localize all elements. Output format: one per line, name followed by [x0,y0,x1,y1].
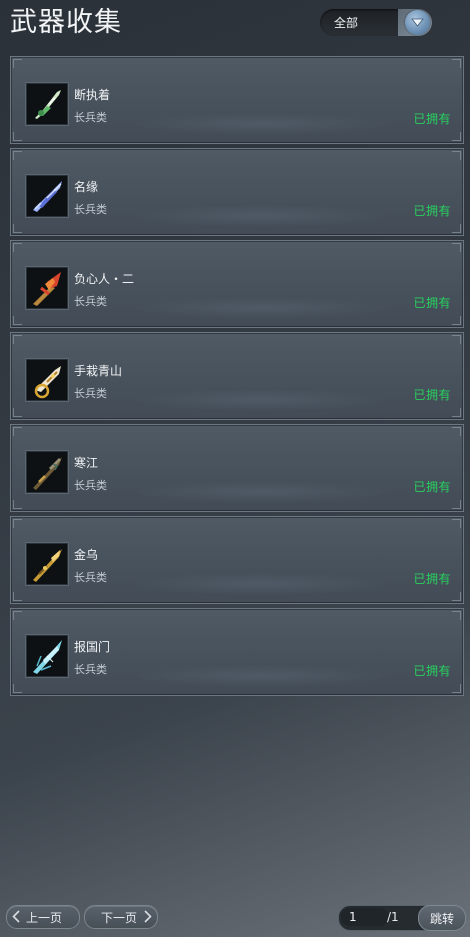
card-corner-ornament [452,243,461,252]
weapon-name: 寒江 [74,456,99,470]
owned-status: 已拥有 [413,572,451,586]
card-corner-ornament [452,427,461,436]
weapon-name: 负心人・二 [74,272,135,286]
weapon-name: 断执着 [74,88,111,102]
card-corner-ornament [452,151,461,160]
weapon-name: 手栽青山 [74,364,123,378]
card-corner-ornament [13,316,22,325]
page-title: 武器收集 [10,7,122,38]
owned-status: 已拥有 [413,388,451,402]
jade-blade-icon [26,83,68,125]
page-total: /1 [387,910,399,924]
filter-selected-value: 全部 [334,16,359,30]
weapon-card[interactable]: 金乌 长兵类 已拥有 [10,516,464,604]
page-jump-control: /1 跳转 [338,905,466,931]
weapon-name: 金乌 [74,548,99,562]
filter-arrow-area[interactable] [398,9,432,36]
card-corner-ornament [13,427,22,436]
card-corner-ornament [13,408,22,417]
pagination-bar: 上一页 下一页 /1 跳转 [0,905,470,931]
prev-page-label: 上一页 [26,911,63,925]
jump-button[interactable]: 跳转 [418,905,466,931]
weapon-card[interactable]: 手栽青山 长兵类 已拥有 [10,332,464,420]
owned-status: 已拥有 [413,480,451,494]
card-corner-ornament [452,592,461,601]
weapon-type: 长兵类 [74,295,107,308]
category-filter-dropdown[interactable]: 全部 [320,9,432,36]
weapon-card[interactable]: 负心人・二 长兵类 已拥有 [10,240,464,328]
chevron-left-icon [12,910,20,923]
card-corner-ornament [452,408,461,417]
card-corner-ornament [13,592,22,601]
weapon-type: 长兵类 [74,111,107,124]
chevron-down-icon[interactable] [405,10,430,35]
card-corner-ornament [452,335,461,344]
weapon-card[interactable]: 断执着 长兵类 已拥有 [10,56,464,144]
weapon-card[interactable]: 报国门 长兵类 已拥有 [10,608,464,696]
card-corner-ornament [452,132,461,141]
card-corner-ornament [13,151,22,160]
weapon-name: 报国门 [74,640,111,654]
gold-spear-icon [26,543,68,585]
weapon-type: 长兵类 [74,203,107,216]
weapon-type: 长兵类 [74,663,107,676]
card-corner-ornament [13,611,22,620]
card-corner-ornament [452,59,461,68]
header: 武器收集 全部 [0,0,470,52]
owned-status: 已拥有 [413,204,451,218]
card-corner-ornament [452,519,461,528]
ice-spear-icon [26,635,68,677]
card-corner-ornament [452,500,461,509]
weapon-name: 名缘 [74,180,99,194]
card-corner-ornament [452,611,461,620]
card-corner-ornament [13,132,22,141]
card-corner-ornament [13,500,22,509]
card-corner-ornament [13,224,22,233]
card-corner-ornament [452,684,461,693]
weapon-card[interactable]: 名缘 长兵类 已拥有 [10,148,464,236]
dark-spear-icon [26,451,68,493]
card-corner-ornament [13,335,22,344]
card-corner-ornament [452,316,461,325]
weapon-type: 长兵类 [74,479,107,492]
owned-status: 已拥有 [413,664,451,678]
prev-page-button[interactable]: 上一页 [6,905,80,929]
weapon-type: 长兵类 [74,571,107,584]
card-corner-ornament [452,224,461,233]
chevron-right-icon [144,910,152,923]
card-corner-ornament [13,519,22,528]
next-page-button[interactable]: 下一页 [84,905,158,929]
golden-ring-blade-icon [26,359,68,401]
owned-status: 已拥有 [413,112,451,126]
owned-status: 已拥有 [413,296,451,310]
crystal-spear-icon [26,175,68,217]
card-corner-ornament [13,59,22,68]
weapon-card[interactable]: 寒江 长兵类 已拥有 [10,424,464,512]
red-spear-icon [26,267,68,309]
weapon-type: 长兵类 [74,387,107,400]
card-corner-ornament [13,684,22,693]
next-page-label: 下一页 [101,911,138,925]
jump-button-label: 跳转 [430,912,455,926]
page-number-input[interactable] [341,908,389,926]
card-corner-ornament [13,243,22,252]
